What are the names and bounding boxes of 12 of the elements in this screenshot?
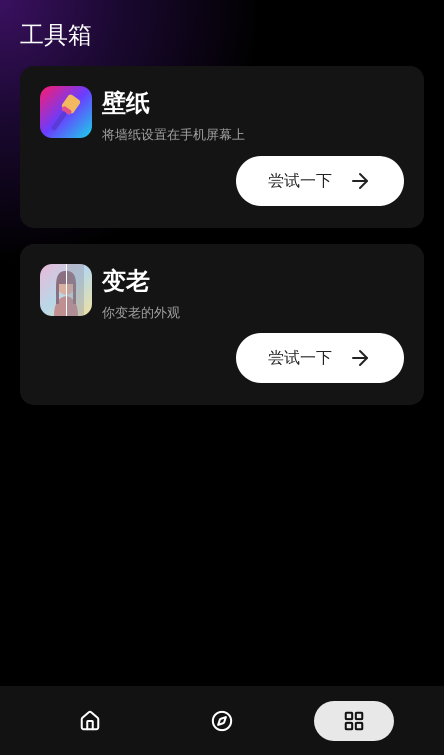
home-icon	[79, 710, 101, 732]
try-button[interactable]: 尝试一下	[236, 156, 404, 206]
tool-title: 变老	[102, 266, 151, 296]
tool-description: 你变老的外观	[102, 304, 180, 322]
toolbox-tab[interactable]	[314, 700, 394, 740]
tool-description: 将墙纸设置在手机屏幕上	[102, 127, 245, 145]
page-title: 工具箱	[20, 20, 93, 51]
grid-icon	[343, 710, 365, 732]
tool-title: 壁纸	[102, 88, 151, 119]
paintbrush-icon	[40, 86, 92, 138]
compass-icon	[211, 710, 233, 732]
try-button[interactable]: 尝试一下	[236, 333, 404, 383]
